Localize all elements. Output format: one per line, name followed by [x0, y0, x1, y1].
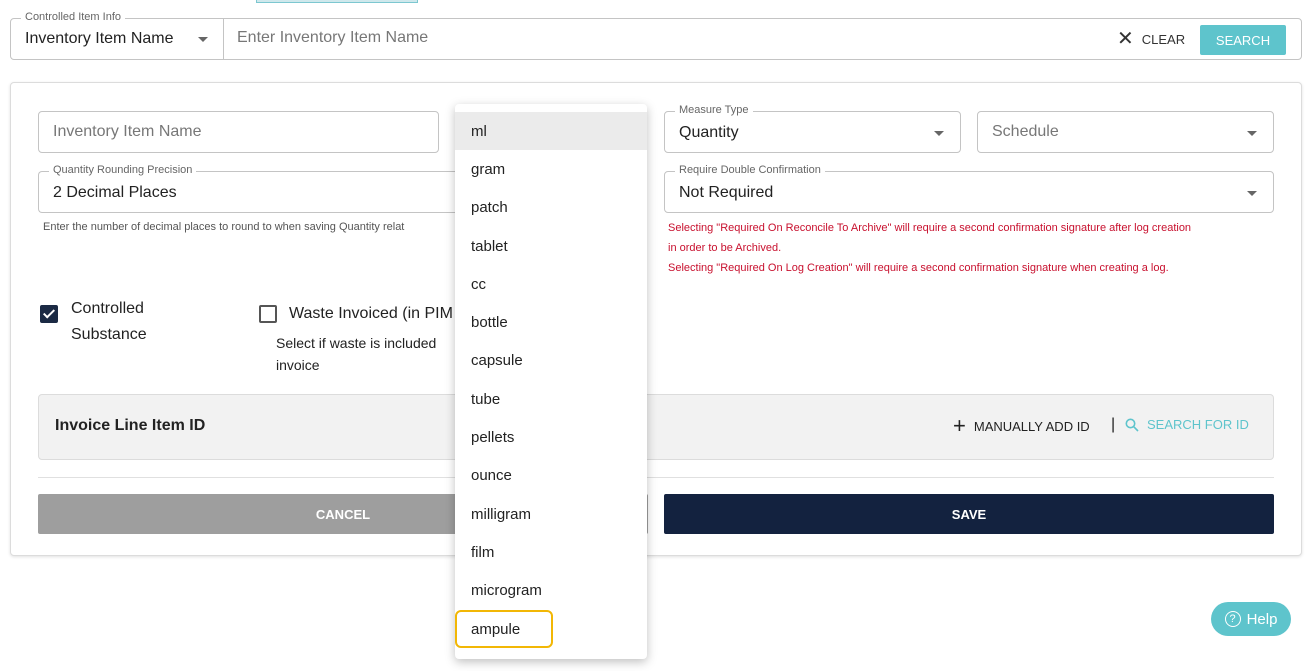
- invoice-line-item-title: Invoice Line Item ID: [55, 417, 206, 434]
- waste-invoiced-checkbox[interactable]: [259, 305, 277, 323]
- active-tab-indicator: [256, 0, 418, 3]
- chevron-down-icon: [1247, 131, 1257, 136]
- search-icon: [1125, 418, 1139, 432]
- dropdown-option[interactable]: pellets: [455, 418, 647, 456]
- waste-invoiced-help: Select if waste is included invoice: [276, 335, 437, 373]
- double-confirmation-select[interactable]: Require Double Confirmation Not Required: [664, 164, 1274, 213]
- invoice-line-item-panel: Invoice Line Item ID + MANUALLY ADD ID |…: [38, 394, 1274, 460]
- chevron-down-icon: [1247, 191, 1257, 196]
- dropdown-option[interactable]: patch: [455, 189, 647, 227]
- action-separator: |: [1111, 416, 1116, 433]
- dropdown-option[interactable]: tube: [455, 380, 647, 418]
- search-button[interactable]: SEARCH: [1200, 25, 1286, 55]
- dropdown-option[interactable]: tablet: [455, 227, 647, 265]
- controlled-substance-label: Controlled Substance: [71, 300, 147, 343]
- save-button[interactable]: SAVE: [664, 494, 1274, 534]
- dropdown-option-highlighted[interactable]: ampule: [455, 609, 553, 649]
- dropdown-option[interactable]: film: [455, 533, 647, 571]
- measure-type-legend: Measure Type: [675, 104, 753, 116]
- search-input[interactable]: Enter Inventory Item Name: [237, 29, 428, 47]
- search-type-select[interactable]: Inventory Item Name: [11, 19, 224, 59]
- waste-invoiced-label: Waste Invoiced (in PIM: [289, 305, 453, 322]
- dropdown-option[interactable]: ounce: [455, 457, 647, 495]
- inventory-item-name-placeholder: Inventory Item Name: [53, 123, 202, 140]
- double-confirmation-warning: Selecting "Required On Reconcile To Arch…: [668, 222, 1192, 274]
- dropdown-option[interactable]: cc: [455, 265, 647, 303]
- schedule-placeholder: Schedule: [992, 123, 1059, 140]
- search-for-id-button[interactable]: SEARCH FOR ID: [1125, 417, 1249, 432]
- controlled-item-form-card: Inventory Item Name Measure Type Quantit…: [10, 82, 1302, 556]
- double-confirmation-value: Not Required: [679, 184, 774, 201]
- close-icon: ✕: [1117, 28, 1134, 50]
- rounding-precision-legend: Quantity Rounding Precision: [49, 164, 197, 176]
- help-button[interactable]: ? Help: [1211, 602, 1291, 636]
- form-divider: [38, 477, 1274, 478]
- inventory-item-name-field[interactable]: Inventory Item Name: [38, 111, 439, 153]
- dropdown-option[interactable]: milligram: [455, 495, 647, 533]
- measure-type-select[interactable]: Measure Type Quantity: [664, 104, 961, 153]
- dropdown-option[interactable]: ml: [455, 112, 647, 151]
- schedule-select[interactable]: Schedule: [977, 111, 1274, 153]
- rounding-precision-field[interactable]: Quantity Rounding Precision 2 Decimal Pl…: [38, 164, 458, 213]
- double-confirmation-legend: Require Double Confirmation: [675, 164, 825, 176]
- rounding-precision-helper: Enter the number of decimal places to ro…: [43, 221, 405, 233]
- controlled-substance-checkbox[interactable]: [40, 305, 58, 323]
- chevron-down-icon: [934, 131, 944, 136]
- rounding-precision-value: 2 Decimal Places: [53, 184, 177, 201]
- dropdown-option[interactable]: capsule: [455, 342, 647, 380]
- dropdown-option[interactable]: gram: [455, 150, 647, 188]
- question-icon: ?: [1224, 611, 1241, 627]
- unit-dropdown-menu: ml gram patch tablet cc bottle capsule t…: [455, 104, 647, 659]
- dropdown-option[interactable]: bottle: [455, 303, 647, 341]
- dropdown-option[interactable]: microgram: [455, 572, 647, 610]
- manually-add-id-button[interactable]: + MANUALLY ADD ID: [953, 413, 1090, 438]
- chevron-down-icon: [198, 37, 208, 42]
- check-icon: [42, 306, 56, 319]
- controlled-item-search-bar: Controlled Item Info Inventory Item Name…: [10, 11, 1302, 60]
- measure-type-value: Quantity: [679, 124, 739, 141]
- plus-icon: +: [953, 413, 966, 438]
- clear-button[interactable]: ✕ CLEAR: [1117, 28, 1185, 50]
- search-type-value: Inventory Item Name: [25, 30, 174, 47]
- help-label: Help: [1246, 610, 1278, 628]
- clear-label: CLEAR: [1141, 31, 1186, 47]
